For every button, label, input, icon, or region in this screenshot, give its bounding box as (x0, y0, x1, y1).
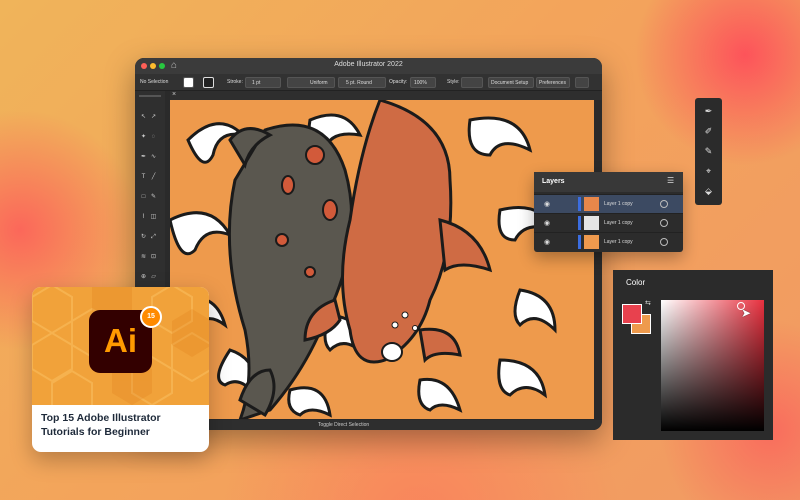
free-transform-icon[interactable]: ⊡ (149, 253, 158, 262)
fill-color-swatch[interactable] (183, 77, 194, 88)
panel-menu-icon[interactable]: ☰ (667, 176, 674, 185)
fill-color-box[interactable] (622, 304, 642, 324)
layer-color-bar (578, 197, 581, 211)
count-badge: 15 (140, 306, 162, 328)
line-icon[interactable]: ╱ (149, 173, 158, 182)
layers-panel-title: Layers (542, 178, 565, 185)
pen-tool-icon[interactable]: ✒ (695, 106, 722, 117)
color-panel: Color ⇆ ➤ (613, 270, 773, 440)
rotate-icon[interactable]: ↻ (139, 233, 148, 242)
dark-koi (227, 123, 354, 419)
cursor-arrow-icon: ➤ (741, 306, 752, 320)
preferences-button[interactable]: Preferences (536, 77, 570, 88)
title-bar: ⌂ Adobe Illustrator 2022 (135, 58, 602, 74)
style-label: Style: (447, 79, 460, 85)
perspective-icon[interactable]: ▱ (149, 273, 158, 282)
paint-bucket-icon[interactable]: ⬙ (695, 186, 722, 197)
opacity-label: Opacity: (389, 79, 408, 85)
opacity-field[interactable]: 100% (410, 77, 436, 88)
stroke-profile-select[interactable]: Uniform (287, 77, 335, 88)
panel-grip[interactable] (139, 95, 161, 97)
layer-name[interactable]: Layer 1 copy (604, 220, 633, 226)
layer-row[interactable]: ◉ Layer 1 copy (534, 194, 683, 213)
target-circle-icon[interactable] (660, 238, 668, 246)
eyedropper-tool-icon[interactable]: ⌖ (695, 166, 722, 177)
illustrator-logo-text: Ai (104, 322, 137, 359)
type-icon[interactable]: T (139, 173, 148, 182)
control-bar: No Selection Stroke: 1 pt Uniform 5 pt. … (135, 74, 602, 91)
brush-definition-select[interactable]: 5 pt. Round (338, 77, 386, 88)
artboard-canvas[interactable] (170, 100, 594, 419)
visibility-eye-icon[interactable]: ◉ (544, 200, 550, 208)
brush-tool-icon[interactable]: ✐ (695, 126, 722, 137)
document-tab-bar: × (170, 91, 602, 100)
card-hero: Ai 15 (32, 287, 209, 405)
curvature-icon[interactable]: ∿ (149, 153, 158, 162)
visibility-eye-icon[interactable]: ◉ (544, 219, 550, 227)
status-bar: ◀ ◂ 1 Toggle Direct Selection (170, 420, 602, 430)
stroke-color-swatch[interactable] (203, 77, 214, 88)
stroke-label: Stroke: (227, 79, 243, 85)
eraser-icon[interactable]: ◫ (149, 213, 158, 222)
layer-row[interactable]: ◉ Layer 1 copy (534, 213, 683, 232)
shaper-icon[interactable]: ⌇ (139, 213, 148, 222)
layer-name[interactable]: Layer 1 copy (604, 201, 633, 207)
layer-thumbnail (584, 216, 599, 230)
layer-thumbnail (584, 235, 599, 249)
paintbrush-icon[interactable]: ✎ (149, 193, 158, 202)
close-tab-icon[interactable]: × (172, 91, 176, 98)
color-spectrum-field[interactable]: ➤ (661, 300, 764, 431)
rectangle-icon[interactable]: □ (139, 193, 148, 202)
layer-color-bar (578, 216, 581, 230)
target-circle-icon[interactable] (660, 200, 668, 208)
layers-panel: Layers ☰ ◉ Layer 1 copy ◉ Layer 1 copy ◉ Laye… (534, 172, 683, 252)
color-panel-title: Color (626, 278, 646, 287)
layer-name[interactable]: Layer 1 copy (604, 239, 633, 245)
scale-icon[interactable]: ⤢ (149, 233, 158, 242)
koi-fish-artwork (170, 100, 558, 419)
selection-icon[interactable]: ↖ (139, 113, 148, 122)
card-title: Top 15 Adobe Illustrator Tutorials for B… (41, 412, 161, 438)
stroke-weight-field[interactable]: 1 pt (245, 77, 281, 88)
swap-colors-icon[interactable]: ⇆ (645, 299, 651, 307)
selection-status: No Selection (140, 79, 169, 85)
magic-wand-icon[interactable]: ✦ (139, 133, 148, 142)
tutorial-card[interactable]: Ai 15 Top 15 Adobe Illustrator Tutorials… (32, 287, 209, 452)
layer-row[interactable]: ◉ Layer 1 copy (534, 232, 683, 251)
pen-icon[interactable]: ✒ (139, 153, 148, 162)
layers-panel-header: Layers ☰ (534, 172, 683, 192)
current-tool-status: Toggle Direct Selection (318, 422, 370, 428)
style-select[interactable] (461, 77, 483, 88)
pencil-tool-icon[interactable]: ✎ (695, 146, 722, 157)
document-setup-button[interactable]: Document Setup (488, 77, 534, 88)
width-icon[interactable]: ≋ (139, 253, 148, 262)
layer-thumbnail (584, 197, 599, 211)
lasso-icon[interactable]: ◌ (149, 133, 158, 142)
target-circle-icon[interactable] (660, 219, 668, 227)
layer-color-bar (578, 235, 581, 249)
direct-selection-icon[interactable]: ↗ (149, 113, 158, 122)
window-title: Adobe Illustrator 2022 (334, 61, 403, 68)
arrange-documents-icon[interactable] (575, 77, 589, 88)
shape-builder-icon[interactable]: ⊕ (139, 273, 148, 282)
visibility-eye-icon[interactable]: ◉ (544, 238, 550, 246)
floating-toolbar: ✒ ✐ ✎ ⌖ ⬙ (695, 98, 722, 205)
